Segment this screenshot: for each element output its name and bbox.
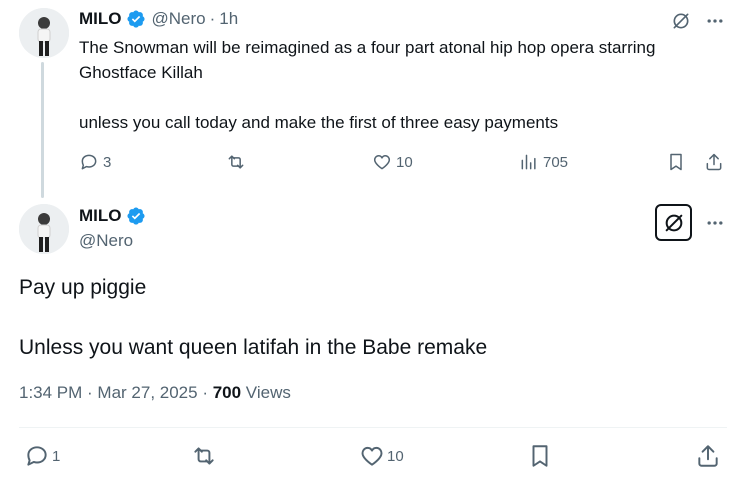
more-button[interactable] <box>704 212 726 234</box>
share-button[interactable] <box>695 443 721 469</box>
share-icon <box>706 153 722 171</box>
reply-line: The Snowman will be reimagined as a four… <box>79 38 656 82</box>
like-icon <box>361 446 383 466</box>
like-count: 10 <box>387 447 404 465</box>
author-handle[interactable]: @Nero <box>79 231 133 251</box>
reply-count: 1 <box>52 447 61 465</box>
share-icon <box>698 445 718 467</box>
bookmark-icon <box>670 153 682 171</box>
share-button[interactable] <box>704 152 724 172</box>
reply-icon <box>81 154 97 170</box>
reply-button[interactable]: 3 <box>79 152 111 172</box>
thread-line <box>41 62 44 198</box>
more-button[interactable] <box>704 10 726 32</box>
retweet-button[interactable] <box>226 152 246 172</box>
time-ago[interactable]: 1h <box>219 9 238 29</box>
reply-line: unless you call today and make the first… <box>79 113 559 132</box>
reply-count: 3 <box>103 153 112 171</box>
retweet-icon <box>194 447 214 465</box>
verified-badge-icon <box>126 10 145 28</box>
views-count: 705 <box>543 153 569 171</box>
like-count: 10 <box>396 153 413 171</box>
more-icon <box>707 221 723 225</box>
separator: · <box>209 9 216 28</box>
reply-icon <box>27 446 47 466</box>
avatar[interactable] <box>19 204 69 254</box>
author-handle[interactable]: @Nero <box>152 9 206 29</box>
retweet-icon <box>228 155 244 169</box>
main-tweet-text: Pay up piggie Unless you want queen lati… <box>19 273 487 363</box>
grok-icon <box>673 13 689 29</box>
tweet-meta: 1:34 PM · Mar 27, 2025 · 700 Views <box>19 383 291 403</box>
views-label: Views <box>241 383 291 402</box>
author-name[interactable]: MILO <box>79 9 122 29</box>
timestamp[interactable]: 1:34 PM · Mar 27, 2025 · <box>19 383 213 402</box>
reply-text: The Snowman will be reimagined as a four… <box>79 35 719 135</box>
main-line: Unless you want queen latifah in the Bab… <box>19 336 488 359</box>
verified-badge-icon <box>126 207 145 225</box>
like-button[interactable]: 10 <box>359 443 404 469</box>
divider <box>19 427 727 428</box>
views-icon <box>521 154 536 170</box>
bookmark-button[interactable] <box>666 152 686 172</box>
main-author-row: MILO <box>79 206 146 226</box>
bookmark-button[interactable] <box>527 443 553 469</box>
grok-button[interactable] <box>670 10 692 32</box>
grok-icon <box>665 214 682 231</box>
retweet-button[interactable] <box>191 443 217 469</box>
views-button[interactable]: 705 <box>519 152 568 172</box>
bookmark-icon <box>532 445 548 467</box>
like-button[interactable]: 10 <box>372 152 413 172</box>
grok-button[interactable] <box>655 204 692 241</box>
main-handle-row: @Nero <box>79 231 133 251</box>
reply-button[interactable]: 1 <box>24 443 60 469</box>
main-line: Pay up piggie <box>19 276 147 299</box>
more-icon <box>707 19 723 23</box>
avatar[interactable] <box>19 8 69 58</box>
author-name[interactable]: MILO <box>79 206 122 226</box>
reply-header: MILO @Nero · 1h <box>79 9 238 29</box>
like-icon <box>373 155 391 170</box>
views-count: 700 <box>212 383 242 402</box>
